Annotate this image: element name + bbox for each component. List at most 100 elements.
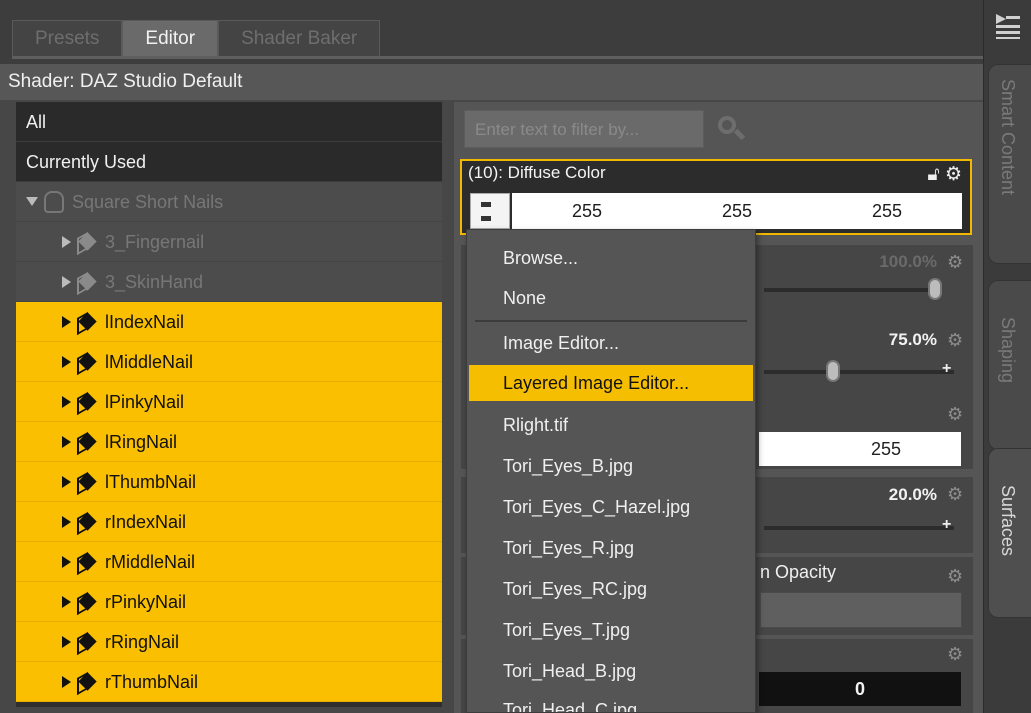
collapse-arrow-icon[interactable]: [62, 395, 71, 408]
slider-track[interactable]: [764, 526, 954, 530]
pane-options-icon[interactable]: [994, 12, 1022, 40]
tree-item-material[interactable]: lMiddleNail: [16, 342, 442, 382]
tree-item-label: rMiddleNail: [105, 551, 196, 572]
collapse-arrow-icon[interactable]: [62, 355, 71, 368]
tree-item-material[interactable]: rPinkyNail: [16, 582, 442, 622]
menu-separator: [475, 320, 747, 322]
menu-item-browse[interactable]: Browse...: [467, 240, 755, 276]
tab-shader-baker[interactable]: Shader Baker: [218, 20, 381, 56]
gear-icon[interactable]: ⚙: [947, 484, 967, 504]
material-icon: [77, 312, 97, 332]
tree-item-material[interactable]: 3_SkinHand: [16, 262, 442, 302]
property-value[interactable]: 0: [759, 672, 961, 706]
tree-item-material[interactable]: rRingNail: [16, 622, 442, 662]
slider-knob[interactable]: [928, 278, 942, 300]
filter-input[interactable]: Enter text to filter by...: [464, 110, 704, 148]
tree-item-material[interactable]: rThumbNail: [16, 662, 442, 702]
material-icon: [77, 472, 97, 492]
collapse-arrow-icon[interactable]: [62, 595, 71, 608]
red-value[interactable]: 255: [572, 193, 602, 229]
menu-item-file[interactable]: Tori_Eyes_RC.jpg: [467, 571, 755, 607]
collapse-arrow-icon[interactable]: [62, 275, 71, 288]
lock-icon[interactable]: 🔓︎: [927, 164, 939, 185]
image-slot[interactable]: [760, 592, 962, 628]
tree-item-material[interactable]: lIndexNail: [16, 302, 442, 342]
tree-item-label: lRingNail: [105, 431, 178, 452]
collapse-arrow-icon[interactable]: [62, 435, 71, 448]
tab-presets[interactable]: Presets: [12, 20, 123, 56]
gear-icon[interactable]: ⚙: [947, 644, 967, 664]
collapse-arrow-icon[interactable]: [62, 235, 71, 248]
blue-value[interactable]: 255: [872, 193, 902, 229]
menu-item-file[interactable]: Rlight.tif: [467, 407, 755, 443]
material-icon: [77, 392, 97, 412]
tab-underline: [12, 56, 983, 59]
tree-item-label: lThumbNail: [105, 471, 197, 492]
gear-icon[interactable]: ⚙: [945, 164, 962, 185]
tree-item-label: lMiddleNail: [105, 351, 194, 372]
color-swatch[interactable]: [470, 193, 510, 229]
tree-item-material[interactable]: 3_Fingernail: [16, 222, 442, 262]
tree-item-material[interactable]: lPinkyNail: [16, 382, 442, 422]
tree-item-all[interactable]: All: [16, 102, 442, 142]
plus-icon[interactable]: +: [942, 360, 951, 378]
tree-item-material[interactable]: lThumbNail: [16, 462, 442, 502]
material-icon: [77, 352, 97, 372]
property-title: (10): Diffuse Color: [468, 163, 606, 182]
gear-icon[interactable]: ⚙: [947, 566, 967, 586]
tab-surfaces[interactable]: Surfaces: [988, 448, 1031, 618]
tab-editor[interactable]: Editor: [122, 20, 219, 56]
collapse-arrow-icon[interactable]: [62, 635, 71, 648]
material-icon: [77, 672, 97, 692]
menu-item-layered-image-editor[interactable]: Layered Image Editor...: [469, 365, 753, 401]
tree-item-label: Square Short Nails: [72, 191, 224, 212]
tree-item-label: rPinkyNail: [105, 591, 187, 612]
figure-icon: [44, 190, 64, 213]
property-label: n Opacity: [760, 562, 837, 582]
tab-strip: Presets Editor Shader Baker: [0, 0, 983, 64]
material-icon: [77, 552, 97, 572]
image-dropdown-menu[interactable]: Browse... None Image Editor... Layered I…: [466, 229, 756, 713]
expand-arrow-icon[interactable]: [26, 197, 38, 206]
menu-item-none[interactable]: None: [467, 280, 755, 316]
green-value[interactable]: 255: [722, 193, 752, 229]
material-icon: [77, 592, 97, 612]
property-icons: 🔓︎ ⚙: [927, 163, 962, 186]
collapse-arrow-icon[interactable]: [62, 315, 71, 328]
tree-item-material[interactable]: rMiddleNail: [16, 542, 442, 582]
slider-knob[interactable]: [826, 360, 840, 382]
material-icon: [77, 512, 97, 532]
tree-item-material[interactable]: rIndexNail: [16, 502, 442, 542]
menu-item-file[interactable]: Tori_Eyes_C_Hazel.jpg: [467, 489, 755, 525]
gear-icon[interactable]: ⚙: [947, 330, 967, 350]
slider-track[interactable]: [764, 288, 934, 292]
collapse-arrow-icon[interactable]: [62, 475, 71, 488]
tab-shaping[interactable]: Shaping: [988, 280, 1031, 450]
collapse-arrow-icon[interactable]: [62, 515, 71, 528]
collapse-arrow-icon[interactable]: [62, 675, 71, 688]
collapse-arrow-icon[interactable]: [62, 555, 71, 568]
color-value-fields[interactable]: 255 255 255: [512, 193, 962, 229]
surface-tree[interactable]: All Currently Used Square Short Nails 3_…: [16, 102, 442, 707]
tree-item-material[interactable]: lRingNail: [16, 422, 442, 462]
search-icon[interactable]: [718, 116, 746, 144]
gear-icon[interactable]: ⚙: [947, 252, 967, 272]
tab-smart-content[interactable]: Smart Content: [988, 64, 1031, 264]
menu-item-image-editor[interactable]: Image Editor...: [467, 325, 755, 361]
menu-item-file[interactable]: Tori_Head_B.jpg: [467, 653, 755, 689]
tree-item-label: rIndexNail: [105, 511, 187, 532]
property-value[interactable]: 255: [759, 432, 961, 466]
gear-icon[interactable]: ⚙: [947, 404, 967, 424]
menu-item-file[interactable]: Tori_Head_C.jpg: [467, 692, 755, 712]
menu-item-file[interactable]: Tori_Eyes_R.jpg: [467, 530, 755, 566]
slider-track[interactable]: [764, 370, 954, 374]
tree-item-label: rThumbNail: [105, 671, 199, 692]
menu-item-file[interactable]: Tori_Eyes_B.jpg: [467, 448, 755, 484]
plus-icon[interactable]: +: [942, 516, 951, 534]
menu-item-file[interactable]: Tori_Eyes_T.jpg: [467, 612, 755, 648]
tree-item-currently-used[interactable]: Currently Used: [16, 142, 442, 182]
material-icon: [77, 632, 97, 652]
tree-item-figure[interactable]: Square Short Nails: [16, 182, 442, 222]
diffuse-color-property[interactable]: (10): Diffuse Color 🔓︎ ⚙ 255 255 255: [460, 159, 972, 235]
tab-label: Surfaces: [998, 485, 1018, 557]
